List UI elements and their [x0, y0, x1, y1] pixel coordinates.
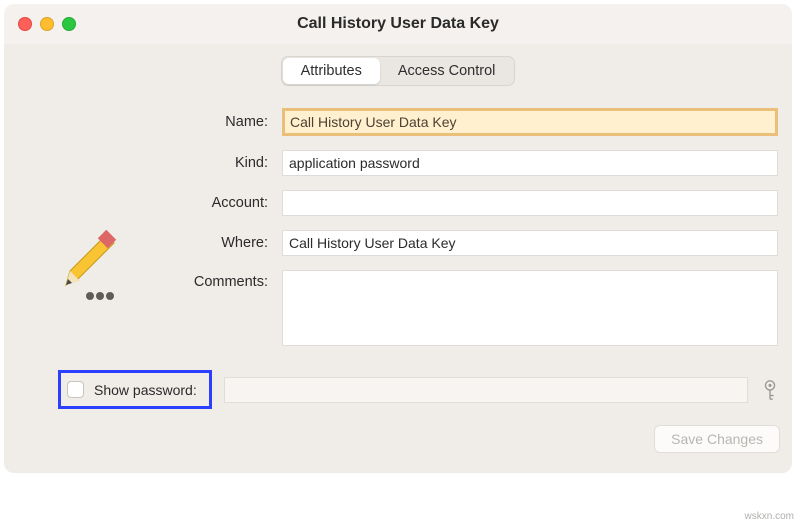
name-field[interactable] [282, 108, 778, 136]
window-title: Call History User Data Key [4, 15, 792, 33]
name-label: Name: [16, 114, 268, 130]
kind-field[interactable] [282, 150, 778, 176]
zoom-window-button[interactable] [62, 17, 76, 31]
footer: Save Changes [16, 425, 780, 453]
watermark: wskxn.com [745, 511, 794, 522]
show-password-row: Show password: [16, 370, 780, 409]
pencil-icon [56, 227, 120, 291]
password-field[interactable] [224, 377, 748, 403]
traffic-lights [18, 17, 76, 31]
comments-field[interactable] [282, 270, 778, 346]
close-window-button[interactable] [18, 17, 32, 31]
ellipsis-icon [86, 292, 120, 300]
show-password-label: Show password: [94, 382, 197, 398]
save-changes-button[interactable]: Save Changes [654, 425, 780, 453]
where-label: Where: [16, 235, 268, 251]
keychain-item-window: Call History User Data Key Attributes Ac… [4, 4, 792, 473]
kind-label: Kind: [16, 155, 268, 171]
titlebar: Call History User Data Key [4, 4, 792, 44]
where-field[interactable] [282, 230, 778, 256]
key-icon[interactable] [760, 379, 780, 401]
account-field[interactable] [282, 190, 778, 216]
show-password-highlight: Show password: [58, 370, 212, 409]
tab-bar: Attributes Access Control [16, 56, 780, 86]
tab-attributes[interactable]: Attributes [283, 58, 380, 84]
show-password-checkbox[interactable] [67, 381, 84, 398]
window-body: Attributes Access Control Name: Kind: Ac… [4, 44, 792, 473]
attributes-form: Name: Kind: Account: Where: Comments: [16, 108, 780, 346]
account-label: Account: [16, 195, 268, 211]
comments-label: Comments: [16, 270, 268, 290]
tab-access-control[interactable]: Access Control [380, 58, 514, 84]
segmented-control: Attributes Access Control [281, 56, 516, 86]
minimize-window-button[interactable] [40, 17, 54, 31]
